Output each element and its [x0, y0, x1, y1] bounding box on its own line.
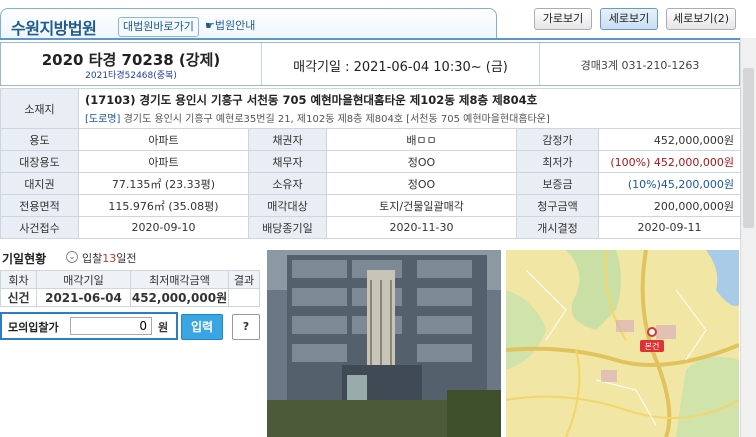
- road-address: [도로명] 경기도 용인시 기흥구 예현로35번길 21, 제102동 제8층 …: [85, 114, 550, 125]
- label-creditor: 채권자: [248, 128, 327, 151]
- bid-countdown: 입찰13일전: [82, 252, 137, 265]
- info-row: 사건접수 2020-09-10 배당종기일 2020-11-30 개시결정 20…: [0, 216, 742, 239]
- header-minimum-price: 최저매각금액: [130, 270, 229, 289]
- mock-bid-box: 모의입찰가 원: [0, 312, 178, 340]
- info-row: 전용면적 115.976㎡ (35.08평) 매각대상 토지/건물일괄매각 청구…: [0, 194, 742, 217]
- info-row: 대장용도 아파트 채무자 정OO 최저가 (100%) 452,000,000원: [0, 150, 742, 173]
- vertical-view-button[interactable]: 세로보기: [600, 8, 658, 30]
- building-photo-image: [267, 250, 501, 437]
- chevron-down-icon[interactable]: ⌄: [66, 251, 78, 263]
- value-claim-amount: 200,000,000원: [597, 194, 742, 217]
- location-map[interactable]: 본건: [506, 250, 739, 437]
- header-round: 회차: [0, 270, 37, 289]
- court-name: 수원지방법원: [11, 19, 97, 38]
- cell-round: 신건: [0, 288, 37, 307]
- value-start-decision: 2020-09-11: [597, 216, 742, 239]
- label-deposit: 보증금: [516, 172, 599, 195]
- address-label: 소재지: [0, 88, 79, 129]
- label-case-received: 사건접수: [0, 216, 79, 239]
- case-number: 2020 타경 70238 (강제): [41, 51, 221, 69]
- divider: [539, 43, 540, 85]
- label-claim-amount: 청구금액: [516, 194, 599, 217]
- schedule-table: 회차 매각기일 최저매각금액 결과 신건 2021-06-04 452,000,…: [0, 270, 260, 307]
- divider: [261, 43, 262, 85]
- supreme-court-link[interactable]: 대법원바로가기: [118, 17, 199, 37]
- label-land-right: 대지권: [0, 172, 79, 195]
- label-use: 용도: [0, 128, 79, 151]
- value-register-use: 아파트: [78, 150, 249, 173]
- address-main: (17103) 경기도 용인시 기흥구 서천동 705 예현마을현대홈타운 제1…: [85, 93, 538, 107]
- info-row: 용도 아파트 채권자 배ㅁㅁ 감정가 452,000,000원: [0, 128, 742, 151]
- header-result: 결과: [228, 270, 260, 289]
- header-sale-date: 매각기일: [36, 270, 131, 289]
- value-creditor: 배ㅁㅁ: [326, 128, 517, 151]
- label-minimum-price: 최저가: [516, 150, 599, 173]
- map-image: 본건: [506, 250, 739, 437]
- mock-bid-input[interactable]: [70, 317, 152, 335]
- header-divider: [0, 38, 740, 40]
- horizontal-view-button[interactable]: 가로보기: [534, 8, 592, 30]
- sale-date: 매각기일 : 2021-06-04 10:30~ (금): [293, 60, 508, 75]
- value-sale-target: 토지/건물일괄매각: [326, 194, 517, 217]
- vertical-scrollbar[interactable]: [740, 38, 756, 437]
- property-info-table: 소재지 (17103) 경기도 용인시 기흥구 서천동 705 예현마을현대홈타…: [0, 88, 742, 239]
- court-info-link[interactable]: ☛법원안내: [201, 17, 259, 37]
- label-debtor: 채무자: [248, 150, 327, 173]
- mock-bid-unit: 원: [158, 321, 169, 334]
- vertical-view2-button[interactable]: 세로보기(2): [666, 8, 736, 30]
- label-exclusive-area: 전용면적: [0, 194, 79, 217]
- label-sale-target: 매각대상: [248, 194, 327, 217]
- value-owner: 정OO: [326, 172, 517, 195]
- value-exclusive-area: 115.976㎡ (35.08평): [78, 194, 249, 217]
- value-case-received: 2020-09-10: [78, 216, 249, 239]
- label-start-decision: 개시결정: [516, 216, 599, 239]
- address-cell: (17103) 경기도 용인시 기흥구 서천동 705 예현마을현대홈타운 제1…: [77, 88, 742, 129]
- case-summary: 2020 타경 70238 (강제) 2021타경52468(중복) 매각기일 …: [0, 42, 740, 86]
- map-pin-label: 본건: [645, 341, 660, 351]
- building-photo[interactable]: [267, 250, 501, 437]
- mock-bid-label: 모의입찰가: [8, 321, 59, 334]
- label-dividend-deadline: 배당종기일: [248, 216, 327, 239]
- value-minimum-price: (100%) 452,000,000원: [597, 150, 742, 173]
- value-dividend-deadline: 2020-11-30: [326, 216, 517, 239]
- label-owner: 소유자: [248, 172, 327, 195]
- auction-department: 경매3계 031-210-1263: [580, 59, 700, 72]
- cell-minimum-price: 452,000,000원: [130, 288, 229, 307]
- table-row: 신건 2021-06-04 452,000,000원: [0, 288, 260, 307]
- cell-result: [228, 288, 260, 307]
- value-use: 아파트: [78, 128, 249, 151]
- schedule-title: 기일현황: [2, 252, 47, 266]
- label-appraisal: 감정가: [516, 128, 599, 151]
- hand-pointer-icon: ☛: [205, 19, 215, 32]
- submit-bid-button[interactable]: 입력: [181, 314, 223, 340]
- cell-sale-date: 2021-06-04: [36, 288, 131, 307]
- scrollbar-thumb[interactable]: [743, 68, 754, 228]
- value-debtor: 정OO: [326, 150, 517, 173]
- value-appraisal: 452,000,000원: [597, 128, 742, 151]
- court-header: 수원지방법원 대법원바로가기 ☛법원안내: [0, 8, 497, 38]
- value-deposit: (10%)45,200,000원: [597, 172, 742, 195]
- value-land-right: 77.135㎡ (23.33평): [78, 172, 249, 195]
- label-register-use: 대장용도: [0, 150, 79, 173]
- info-row: 대지권 77.135㎡ (23.33평) 소유자 정OO 보증금 (10%)45…: [0, 172, 742, 195]
- road-tag: [도로명]: [85, 114, 121, 125]
- help-button[interactable]: ?: [232, 314, 260, 340]
- duplicate-case-link[interactable]: 2021타경52468(중복): [1, 68, 261, 81]
